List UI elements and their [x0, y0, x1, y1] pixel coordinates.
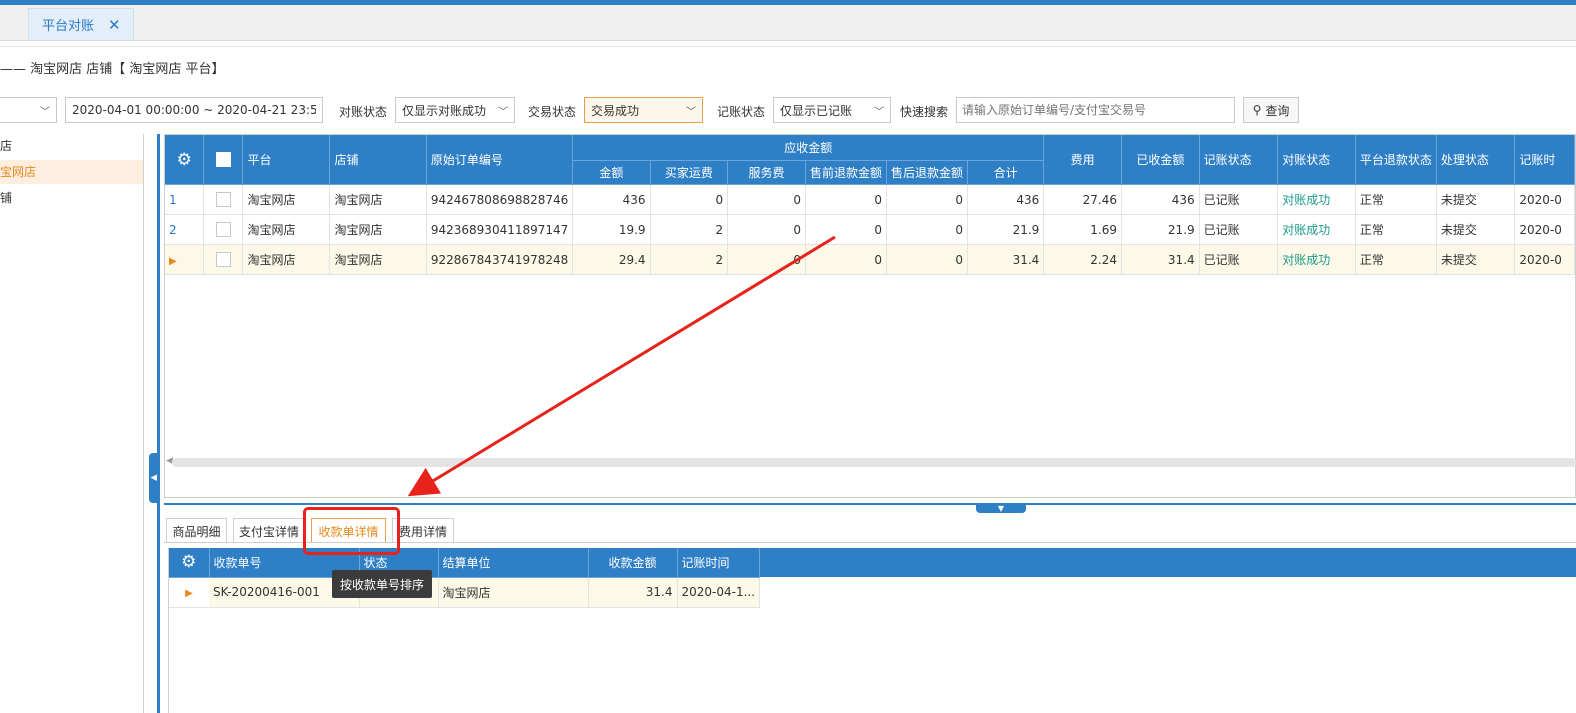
red-arrow-line: [407, 235, 836, 497]
annotation-highlight-box: [303, 507, 400, 555]
annotation-arrow: [407, 235, 836, 497]
